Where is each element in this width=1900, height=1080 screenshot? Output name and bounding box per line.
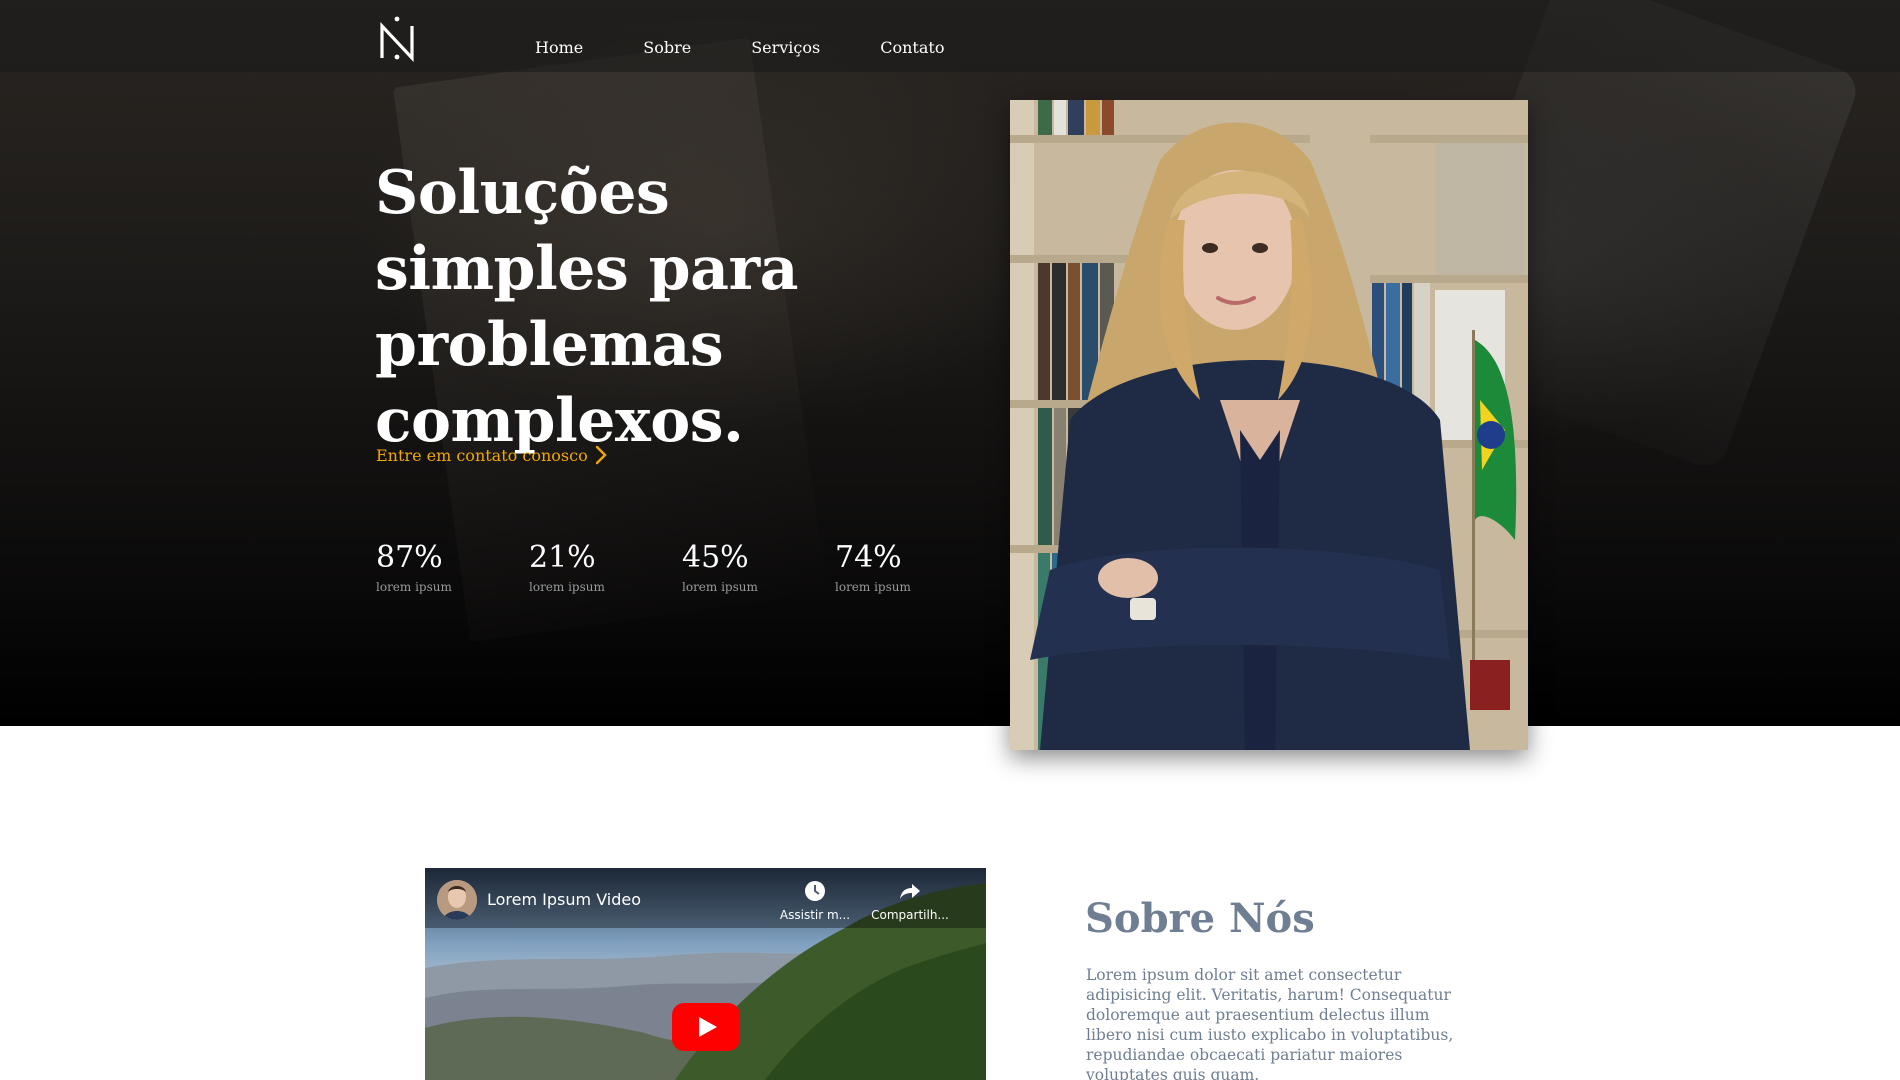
stat-item: 74% lorem ipsum xyxy=(835,538,988,594)
logo-icon xyxy=(380,16,414,63)
hero-section: Home Sobre Serviços Contato Soluções sim… xyxy=(0,0,1900,726)
stat-value: 87% xyxy=(376,540,443,575)
portrait-illustration xyxy=(1010,100,1528,750)
watch-later-label: Assistir m... xyxy=(779,908,851,922)
stat-item: 45% lorem ipsum xyxy=(682,538,835,594)
channel-avatar[interactable] xyxy=(437,880,477,920)
share-icon xyxy=(900,884,920,899)
about-body: Lorem ipsum dolor sit amet consectetur a… xyxy=(1086,966,1454,1080)
video-title[interactable]: Lorem Ipsum Video xyxy=(487,890,641,909)
stat-label: lorem ipsum xyxy=(682,580,758,594)
clock-icon xyxy=(805,881,825,901)
avatar-image xyxy=(437,880,477,920)
stat-label: lorem ipsum xyxy=(835,580,911,594)
video-embed[interactable]: Lorem Ipsum Video Assistir m... Comparti… xyxy=(425,868,986,1080)
nav-link-servicos[interactable]: Serviços xyxy=(751,38,820,57)
lawyer-portrait-photo xyxy=(1010,100,1528,750)
stat-item: 21% lorem ipsum xyxy=(529,538,682,594)
nav-link-sobre[interactable]: Sobre xyxy=(643,38,691,57)
stat-item: 87% lorem ipsum xyxy=(376,538,529,594)
chevron-right-icon xyxy=(595,445,607,465)
watch-later-button[interactable]: Assistir m... xyxy=(770,880,860,922)
top-navbar: Home Sobre Serviços Contato xyxy=(0,0,1900,72)
nav-links: Home Sobre Serviços Contato xyxy=(535,38,944,57)
share-button[interactable]: Compartilh... xyxy=(865,880,955,922)
nav-link-contato[interactable]: Contato xyxy=(880,38,944,57)
stat-label: lorem ipsum xyxy=(529,580,605,594)
stat-value: 21% xyxy=(529,540,596,575)
stat-label: lorem ipsum xyxy=(376,580,452,594)
contact-cta-link[interactable]: Entre em contato conosco xyxy=(376,444,608,466)
nav-link-home[interactable]: Home xyxy=(535,38,583,57)
share-label: Compartilh... xyxy=(871,908,949,922)
stats-row: 87% lorem ipsum 21% lorem ipsum 45% lore… xyxy=(376,538,988,594)
cta-label: Entre em contato conosco xyxy=(376,445,588,465)
youtube-play-icon[interactable] xyxy=(672,1003,740,1051)
hero-headline: Soluções simples para problemas complexo… xyxy=(375,158,798,456)
n-monogram-logo[interactable] xyxy=(378,14,418,63)
stat-value: 45% xyxy=(682,540,749,575)
about-title: Sobre Nós xyxy=(1085,895,1315,942)
stat-value: 74% xyxy=(835,540,902,575)
